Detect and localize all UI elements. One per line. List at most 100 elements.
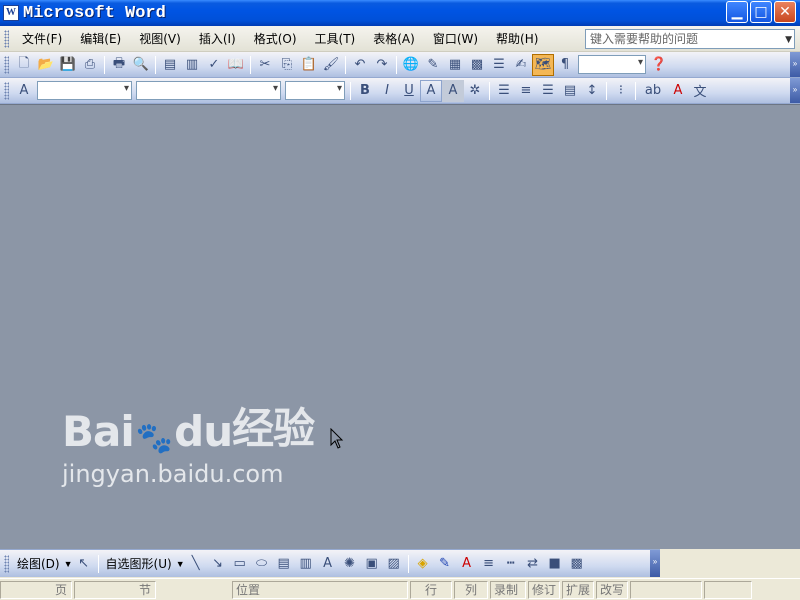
picture-icon[interactable]: ▨ [383, 553, 405, 575]
menu-file[interactable]: 文件(F) [13, 28, 71, 49]
highlight-button[interactable]: ab [639, 80, 667, 102]
3d-style-icon[interactable]: ▩ [566, 553, 588, 575]
underline-button[interactable]: U [398, 80, 420, 102]
baidu-logo-prefix: Bai [62, 407, 135, 456]
line-spacing-icon[interactable]: ↕ [581, 80, 603, 102]
spelling-icon[interactable]: ✓ [203, 54, 225, 76]
menu-tools[interactable]: 工具(T) [306, 28, 365, 49]
menu-insert[interactable]: 插入(I) [190, 28, 245, 49]
vertical-text-box-icon[interactable]: ▥ [295, 553, 317, 575]
insert-table-icon[interactable]: ▦ [444, 54, 466, 76]
draw-font-color-icon[interactable]: A [456, 553, 478, 575]
insert-excel-icon[interactable]: ▩ [466, 54, 488, 76]
bullets-icon[interactable]: ⁝ [610, 80, 632, 102]
permission-icon[interactable]: ⎙ [79, 54, 101, 76]
font-size-select[interactable] [285, 81, 345, 100]
help-icon[interactable]: ❓ [648, 54, 670, 76]
copy-icon[interactable]: ⎘ [276, 54, 298, 76]
character-shading-button[interactable]: A [442, 79, 464, 102]
close-button[interactable]: ✕ [774, 1, 796, 23]
baidu-logo-cn: 经验 [232, 404, 315, 453]
chevron-down-icon[interactable]: ▼ [176, 559, 185, 569]
draw-menu-button[interactable]: 绘图(D) [13, 555, 64, 572]
align-center-icon[interactable]: ≡ [515, 80, 537, 102]
menu-table[interactable]: 表格(A) [364, 28, 424, 49]
toolbar-grip[interactable] [4, 29, 9, 48]
menu-view[interactable]: 视图(V) [130, 28, 190, 49]
text-box-icon[interactable]: ▤ [273, 553, 295, 575]
font-color-button[interactable]: A [667, 80, 689, 102]
drawing-icon[interactable]: ✍ [510, 54, 532, 76]
menu-window[interactable]: 窗口(W) [424, 28, 487, 49]
status-ovr[interactable]: 改写 [596, 580, 628, 599]
styles-formatting-icon[interactable]: A [13, 80, 35, 102]
status-ext[interactable]: 扩展 [562, 580, 594, 599]
title-bar[interactable]: W Microsoft Word ▁ □ ✕ [0, 0, 800, 26]
style-select[interactable] [37, 81, 132, 100]
toolbar-separator [104, 55, 105, 74]
line-color-icon[interactable]: ✎ [434, 553, 456, 575]
toolbar-grip[interactable] [4, 55, 9, 74]
help-question-input[interactable]: 键入需要帮助的问题 ▼ [585, 29, 795, 49]
asian-layout-icon[interactable]: ✲ [464, 80, 486, 102]
line-style-icon[interactable]: ≡ [478, 553, 500, 575]
hyperlink-icon[interactable]: 🌐 [400, 54, 422, 76]
character-border-button[interactable]: A [420, 79, 442, 102]
status-trk[interactable]: 修订 [528, 580, 560, 599]
menu-edit[interactable]: 编辑(E) [71, 28, 130, 49]
toolbar-options-icon[interactable]: » [790, 52, 800, 77]
menu-format[interactable]: 格式(O) [245, 28, 306, 49]
wordart-icon[interactable]: A [317, 553, 339, 575]
translate-icon[interactable]: 📖 [225, 54, 247, 76]
format-painter-icon[interactable]: 🖌 [320, 54, 342, 76]
align-justify-icon[interactable]: ☰ [493, 80, 515, 102]
line-icon[interactable]: ╲ [185, 553, 207, 575]
toolbar-options-icon[interactable]: » [790, 78, 800, 103]
distributed-icon[interactable]: ▤ [559, 80, 581, 102]
clip-art-icon[interactable]: ▣ [361, 553, 383, 575]
word-app-icon[interactable]: W [3, 5, 19, 21]
minimize-button[interactable]: ▁ [726, 1, 748, 23]
chevron-down-icon[interactable]: ▼ [785, 33, 792, 47]
cut-icon[interactable]: ✂ [254, 54, 276, 76]
toolbar-grip[interactable] [4, 554, 9, 573]
status-bar: 页 节 位置 行 列 录制 修订 扩展 改写 [0, 578, 800, 600]
open-icon[interactable]: 📂 [35, 54, 57, 76]
redo-icon[interactable]: ↷ [371, 54, 393, 76]
dash-style-icon[interactable]: ┅ [500, 553, 522, 575]
columns-icon[interactable]: ☰ [488, 54, 510, 76]
fill-color-icon[interactable]: ◈ [412, 553, 434, 575]
status-rec[interactable]: 录制 [490, 580, 526, 599]
undo-icon[interactable]: ↶ [349, 54, 371, 76]
maximize-button[interactable]: □ [750, 1, 772, 23]
tables-borders-icon[interactable]: ✎ [422, 54, 444, 76]
zoom-select[interactable] [578, 55, 646, 74]
new-document-icon[interactable]: 🗋 [13, 54, 35, 76]
align-right-icon[interactable]: ☰ [537, 80, 559, 102]
bold-button[interactable]: B [354, 80, 376, 102]
save-icon[interactable]: 💾 [57, 54, 79, 76]
document-map-icon[interactable]: 🗺 [532, 53, 554, 76]
toolbar-separator [250, 55, 251, 74]
rectangle-icon[interactable]: ▭ [229, 553, 251, 575]
toolbar-options-icon[interactable]: » [650, 550, 660, 577]
oval-icon[interactable]: ⬭ [251, 553, 273, 575]
show-hide-icon[interactable]: ¶ [554, 54, 576, 76]
print-icon[interactable]: 🖶 [108, 54, 130, 76]
phonetic-guide-icon[interactable]: 文 [689, 80, 711, 102]
thesaurus-icon[interactable]: ▥ [181, 54, 203, 76]
arrow-icon[interactable]: ↘ [207, 553, 229, 575]
paste-icon[interactable]: 📋 [298, 54, 320, 76]
arrow-style-icon[interactable]: ⇄ [522, 553, 544, 575]
toolbar-grip[interactable] [4, 81, 9, 100]
print-preview-icon[interactable]: 🔍 [130, 54, 152, 76]
autoshapes-menu-button[interactable]: 自选图形(U) [102, 555, 176, 572]
select-objects-icon[interactable]: ↖ [73, 553, 95, 575]
font-select[interactable] [136, 81, 281, 100]
research-icon[interactable]: ▤ [159, 54, 181, 76]
diagram-icon[interactable]: ✺ [339, 553, 361, 575]
italic-button[interactable]: I [376, 80, 398, 102]
shadow-style-icon[interactable]: ■ [544, 553, 566, 575]
chevron-down-icon[interactable]: ▼ [64, 559, 73, 569]
menu-help[interactable]: 帮助(H) [487, 28, 547, 49]
